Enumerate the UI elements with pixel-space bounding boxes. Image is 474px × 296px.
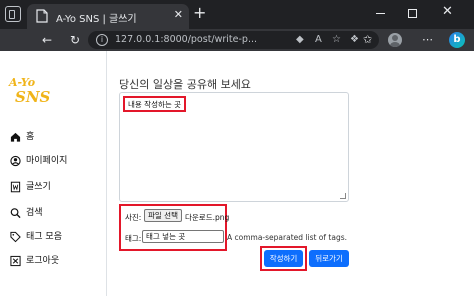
more-menu-icon[interactable]: ⋯ bbox=[422, 32, 433, 48]
user-circle-icon bbox=[10, 155, 21, 167]
tab-actions-icon[interactable] bbox=[5, 6, 21, 22]
sidebar-label-write: 글쓰기 bbox=[26, 182, 51, 192]
sidebar-label-logout: 로그아웃 bbox=[26, 256, 60, 266]
submit-button[interactable]: 작성하기 bbox=[264, 250, 303, 267]
sidebar-item-write[interactable]: 글쓰기 bbox=[8, 181, 98, 195]
bing-copilot-icon[interactable]: b bbox=[449, 32, 465, 48]
resize-handle-icon[interactable] bbox=[340, 193, 346, 199]
tab-close-icon[interactable]: ✕ bbox=[174, 8, 183, 21]
sidebar-item-mypage[interactable]: 마이페이지 bbox=[8, 155, 98, 169]
browser-toolbar: ← ↻ i 127.0.0.1:8000/post/write-p... ◆ A… bbox=[0, 29, 474, 51]
maximize-icon[interactable] bbox=[408, 9, 417, 18]
window-close-icon[interactable]: ✕ bbox=[442, 4, 453, 19]
minimize-icon[interactable] bbox=[376, 13, 385, 14]
sidebar-item-search[interactable]: 검색 bbox=[8, 207, 98, 221]
refresh-icon[interactable]: ↻ bbox=[70, 32, 80, 48]
favorites-icon[interactable]: ✩ bbox=[363, 32, 372, 48]
tag-badge-icon[interactable]: ◆ bbox=[296, 33, 304, 47]
site-logo[interactable]: A-Yo SNS bbox=[9, 76, 50, 110]
logo-text-bottom: SNS bbox=[15, 88, 51, 106]
favorite-star-icon[interactable]: ☆ bbox=[332, 33, 341, 47]
sidebar-label-mypage: 마이페이지 bbox=[26, 156, 68, 166]
photo-label: 사진: bbox=[125, 213, 142, 222]
sidebar-label-tags: 태그 모음 bbox=[26, 232, 62, 242]
form-heading: 당신의 일상을 공유해 보세요 bbox=[119, 78, 251, 91]
selected-file-name: 다운로드.png bbox=[185, 213, 230, 222]
annotation-box-content bbox=[123, 96, 186, 112]
tag-input[interactable]: 태그 넣는 곳 bbox=[142, 230, 224, 243]
tag-icon bbox=[10, 231, 21, 243]
new-tab-icon[interactable]: + bbox=[193, 5, 206, 21]
sidebar-item-logout[interactable]: 로그아웃 bbox=[8, 255, 98, 269]
sidebar-label-home: 홈 bbox=[26, 132, 35, 142]
logout-icon bbox=[10, 255, 21, 267]
tab-title: A-Yo SNS | 글쓰기 bbox=[56, 14, 137, 25]
address-url[interactable]: 127.0.0.1:8000/post/write-p... bbox=[115, 34, 257, 45]
profile-avatar[interactable] bbox=[388, 33, 402, 47]
home-icon bbox=[10, 132, 21, 142]
sidebar-item-tags[interactable]: 태그 모음 bbox=[8, 231, 98, 245]
browser-tab-bar: A-Yo SNS | 글쓰기 ✕ + ✕ bbox=[0, 0, 474, 29]
sidebar-label-search: 검색 bbox=[26, 208, 43, 218]
page-content: A-Yo SNS 홈 마이페이지 글쓰기 검색 태그 모음 로그아웃 당신의 일… bbox=[0, 51, 474, 296]
page-favicon-icon bbox=[36, 9, 48, 23]
site-info-icon[interactable]: i bbox=[96, 34, 108, 46]
read-aloud-icon[interactable]: A bbox=[315, 33, 322, 47]
sidebar-item-home[interactable]: 홈 bbox=[8, 131, 98, 145]
search-icon bbox=[10, 208, 21, 219]
back-icon[interactable]: ← bbox=[42, 32, 52, 48]
back-button[interactable]: 뒤로가기 bbox=[309, 250, 349, 267]
tag-label: 태그: bbox=[125, 234, 142, 243]
sidebar-divider bbox=[106, 51, 107, 296]
tag-input-value[interactable]: 태그 넣는 곳 bbox=[146, 232, 185, 242]
file-select-button[interactable]: 파일 선택 bbox=[144, 209, 182, 222]
extensions-icon[interactable]: ❖ bbox=[350, 33, 359, 47]
tag-help-text: A comma-separated list of tags. bbox=[227, 233, 347, 242]
address-bar[interactable]: i 127.0.0.1:8000/post/write-p... ◆ A ☆ ❖ bbox=[88, 31, 379, 49]
browser-tab[interactable]: A-Yo SNS | 글쓰기 ✕ bbox=[27, 4, 189, 29]
write-icon bbox=[10, 181, 21, 193]
